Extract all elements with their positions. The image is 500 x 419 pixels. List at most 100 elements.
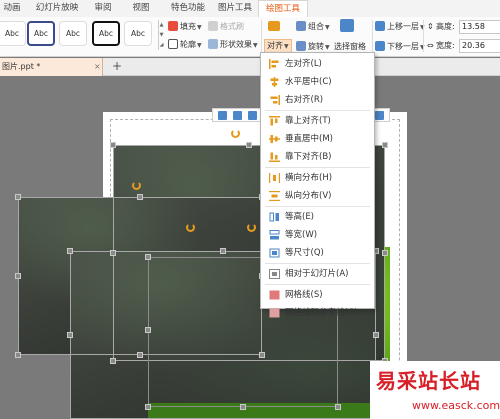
menu-item-align-left[interactable]: 左对齐(L) [261,55,374,73]
resize-handle[interactable] [110,250,116,256]
resize-handle[interactable] [137,352,143,358]
distribute-horizontal-icon [269,173,280,183]
outline-button[interactable]: 轮廓▼ [168,37,202,52]
relative-to-slide-icon [269,269,280,279]
chevron-down-icon: ▼ [253,42,258,49]
resize-handle[interactable] [15,352,21,358]
resize-handle[interactable] [373,332,379,338]
rotate-handle-icon[interactable] [247,223,256,232]
menu-item-same-size[interactable]: 等尺寸(Q) [261,244,374,262]
tab-review[interactable]: 审阅 [88,0,118,17]
ribbon-toolbar: Abc Abc Abc Abc Abc ▲ ▼ ◢ 填充▼ 格式刷 轮廓▼ 形状… [0,17,500,57]
shape-style-2[interactable]: Abc [27,21,55,46]
resize-handle[interactable] [259,352,265,358]
resize-handle[interactable] [15,273,21,279]
shape-effects-button[interactable]: 形状效果▼ [208,37,258,52]
tab-animation[interactable]: 动画 [0,0,24,17]
resize-handle[interactable] [145,327,151,333]
resize-handle[interactable] [145,254,151,260]
menu-item-gridlines[interactable]: 网格线(S) [261,286,374,304]
same-width-icon [269,230,280,240]
height-label: 高度: [436,22,455,31]
menu-item-align-right[interactable]: 右对齐(R) [261,91,374,109]
more-icon[interactable] [375,111,384,120]
rotate-handle-icon[interactable] [186,223,195,232]
align-button[interactable]: 对齐▼ [264,39,292,53]
shape-style-3[interactable]: Abc [59,21,87,46]
menu-item-same-height[interactable]: 等高(E) [261,208,374,226]
resize-handle[interactable] [240,404,246,410]
group-icon [296,21,306,31]
resize-handle[interactable] [110,358,116,364]
fill-button[interactable]: 填充▼ [168,19,202,34]
send-backward-icon [375,41,385,51]
align-icon [268,19,282,34]
menu-item-align-top[interactable]: 靠上对齐(T) [261,112,374,130]
align-left-icon[interactable] [218,111,227,120]
align-left-icon [269,59,279,69]
menu-divider [265,263,370,264]
shape-style-4[interactable]: Abc [92,21,120,46]
width-input[interactable]: 20.36 [459,39,500,53]
expand-gallery-icon[interactable]: ◢ [159,40,164,50]
document-tab[interactable]: 图片.ppt * [0,58,103,76]
resize-handle[interactable] [15,194,21,200]
shape-style-1[interactable]: Abc [0,21,26,46]
watermark: 易采站长站 www.easck.com [370,361,500,419]
format-brush-icon [208,21,218,31]
close-tab-icon[interactable]: × [94,58,101,76]
menu-item-align-bottom[interactable]: 靠下对齐(B) [261,148,374,166]
resize-handle[interactable] [220,248,226,254]
tab-slideshow[interactable]: 幻灯片放映 [32,0,82,17]
send-backward-button[interactable]: 下移一层▼ [375,39,425,54]
resize-handle[interactable] [67,332,73,338]
rotate-handle-icon[interactable] [132,181,141,190]
width-icon: ⇔ [427,41,434,50]
resize-handle[interactable] [382,142,388,148]
chevron-down-icon: ▼ [197,42,202,49]
align-bottom-icon [269,152,280,162]
distribute-vertical-icon [269,191,280,201]
menu-item-align-middle[interactable]: 垂直居中(M) [261,130,374,148]
bring-forward-button[interactable]: 上移一层▼ [375,19,425,34]
tab-special-features[interactable]: 特色功能 [163,0,213,17]
height-input[interactable]: 13.58 [459,20,500,34]
rotate-handle-icon[interactable] [231,129,240,138]
align-right-icon[interactable] [248,111,257,120]
resize-handle[interactable] [67,248,73,254]
menu-item-relative-to-slide[interactable]: 相对于幻灯片(A) [261,265,374,283]
rotate-icon [296,41,306,51]
ribbon-tab-bar: 动画 幻灯片放映 审阅 视图 特色功能 图片工具 绘图工具 [0,0,500,17]
resize-handle[interactable] [137,194,143,200]
group-button[interactable]: 组合▼ [296,19,330,34]
resize-handle[interactable] [382,250,388,256]
align-right-icon [270,95,280,105]
resize-handle[interactable] [335,404,341,410]
menu-item-gridlines-guides[interactable]: 网格线和参考线(G)... [261,304,374,322]
resize-handle[interactable] [246,142,252,148]
scroll-up-icon[interactable]: ▲ [159,20,164,30]
scroll-down-icon[interactable]: ▼ [159,30,164,40]
resize-handle[interactable] [145,404,151,410]
ribbon-divider [423,20,424,52]
menu-item-align-center[interactable]: 水平居中(C) [261,73,374,91]
selection-pane-icon [340,19,356,34]
chevron-down-icon: ▼ [325,44,330,51]
align-center-icon [270,77,279,87]
menu-item-distribute-horizontal[interactable]: 横向分布(H) [261,169,374,187]
resize-handle[interactable] [110,142,116,148]
format-brush-button[interactable]: 格式刷 [208,19,244,34]
new-tab-button[interactable]: + [112,58,122,75]
align-center-icon[interactable] [233,111,242,120]
tab-picture-tools[interactable]: 图片工具 [212,0,258,17]
menu-item-distribute-vertical[interactable]: 纵向分布(V) [261,187,374,205]
menu-item-same-width[interactable]: 等宽(W) [261,226,374,244]
style-gallery-scroll[interactable]: ▲ ▼ ◢ [158,20,164,50]
shape-style-5[interactable]: Abc [124,21,152,46]
height-icon: ⇕ [427,22,434,31]
tab-view[interactable]: 视图 [126,0,156,17]
align-middle-icon [269,135,280,143]
tab-drawing-tools[interactable]: 绘图工具 [258,0,308,17]
align-dropdown-menu: 左对齐(L) 水平居中(C) 右对齐(R) 靠上对齐(T) 垂直居中(M) 靠下… [260,52,375,318]
chevron-down-icon: ▼ [284,43,289,50]
